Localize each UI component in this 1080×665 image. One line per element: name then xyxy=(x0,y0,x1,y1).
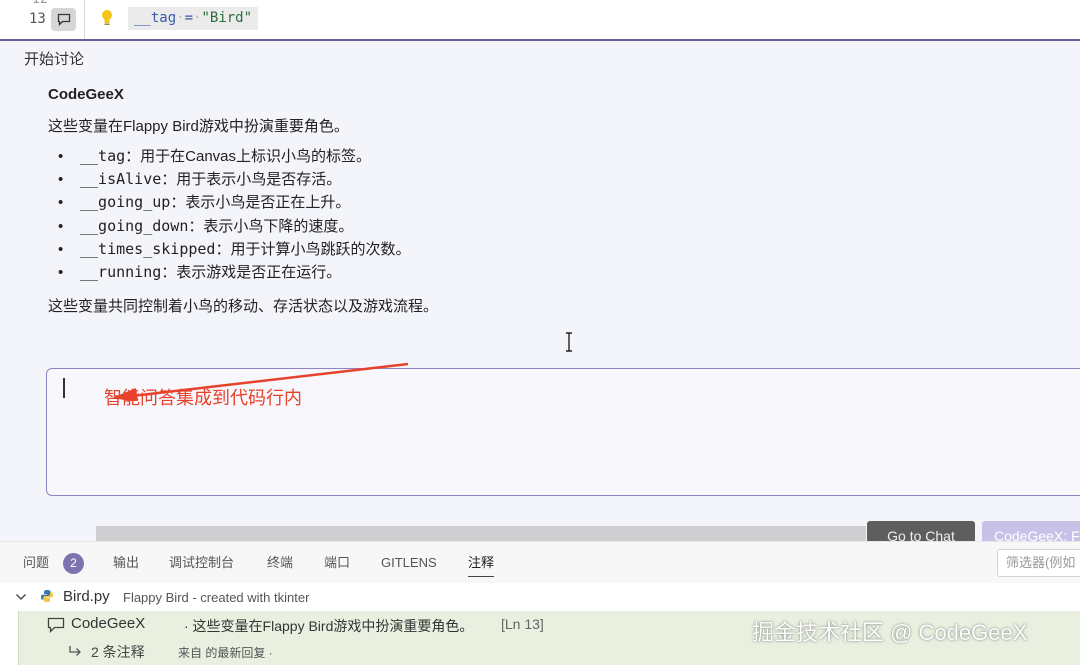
thread-line-ref: [Ln 13] xyxy=(501,616,544,632)
variable-name: __going_up xyxy=(80,193,171,212)
comment-icon xyxy=(57,13,70,26)
answer-intro: 这些变量在Flappy Bird游戏中扮演重要角色。 xyxy=(48,118,349,135)
tab-problems[interactable]: 问题 xyxy=(23,542,49,584)
watermark: 掘金技术社区 @ CodeGeeX xyxy=(752,620,1028,645)
line-number: 13 xyxy=(29,11,46,27)
variable-desc: ：用于表示小鸟是否存活。 xyxy=(161,171,342,189)
file-name: Bird.py xyxy=(63,588,110,605)
add-comment-button[interactable] xyxy=(51,8,76,31)
file-description: Flappy Bird - created with tkinter xyxy=(123,590,310,605)
text-cursor-icon xyxy=(566,332,572,352)
python-file-icon xyxy=(41,590,53,602)
code-string: "Bird" xyxy=(201,10,253,26)
code-operator: = xyxy=(184,10,194,26)
variable-desc: ：表示小鸟下降的速度。 xyxy=(188,217,354,235)
chevron-down-icon[interactable] xyxy=(15,592,27,602)
filter-input[interactable]: 筛选器(例如 xyxy=(997,549,1080,577)
list-item: __isAlive：用于表示小鸟是否存活。 xyxy=(58,168,410,191)
tree-indent-guide xyxy=(18,611,19,665)
comment-file-row[interactable]: Bird.py Flappy Bird - created with tkint… xyxy=(0,583,1080,611)
panel-title: 开始讨论 xyxy=(24,51,85,68)
go-to-chat-button[interactable]: Go to Chat xyxy=(867,521,975,543)
variable-name: __running xyxy=(80,262,162,281)
gutter-divider xyxy=(84,0,85,40)
comment-icon xyxy=(47,617,65,633)
tab-label: 终端 xyxy=(267,555,294,570)
variable-name: __tag xyxy=(80,147,126,165)
reply-count: 2 条注释 xyxy=(91,644,145,660)
tab-terminal[interactable]: 终端 xyxy=(267,542,293,584)
variable-desc: ：用于在Canvas上标识小鸟的标签。 xyxy=(125,148,372,165)
comment-author: CodeGeeX xyxy=(48,86,124,103)
variable-list: __tag：用于在Canvas上标识小鸟的标签。 __isAlive：用于表示小… xyxy=(58,145,410,284)
panel-tabs: 问题 2 输出 调试控制台 终端 端口 GITLENS 注释 筛选器(例如 xyxy=(0,541,1080,583)
thread-preview: · 这些变量在Flappy Bird游戏中扮演重要角色。 xyxy=(184,618,474,634)
active-tab-indicator xyxy=(468,575,495,577)
tab-ports[interactable]: 端口 xyxy=(324,542,350,584)
list-item: __times_skipped：用于计算小鸟跳跃的次数。 xyxy=(58,238,410,261)
code-identifier: __tag xyxy=(134,10,177,26)
line-number-prev: 12 xyxy=(32,0,48,7)
list-item: __running：表示游戏是否正在运行。 xyxy=(58,261,410,284)
variable-desc: ：用于计算小鸟跳跃的次数。 xyxy=(215,240,411,258)
answer-summary: 这些变量共同控制着小鸟的移动、存活状态以及游戏流程。 xyxy=(48,298,439,315)
variable-name: __going_down xyxy=(80,216,189,235)
tab-gitlens[interactable]: GITLENS xyxy=(381,542,437,584)
variable-name: __isAlive xyxy=(80,170,162,189)
tab-output[interactable]: 输出 xyxy=(113,542,139,584)
reply-arrow-icon xyxy=(69,646,81,656)
variable-desc: ：表示小鸟是否正在上升。 xyxy=(170,194,351,212)
list-item: __tag：用于在Canvas上标识小鸟的标签。 xyxy=(58,145,410,168)
problems-count-badge: 2 xyxy=(63,553,84,574)
codegeex-button[interactable]: CodeGeeX: Fix xyxy=(982,521,1080,543)
reply-meta: 来自 的最新回复 · xyxy=(178,646,273,660)
code-editor: 12 13 __tag·=·"Bird" xyxy=(0,0,1080,40)
discussion-panel: 开始讨论 CodeGeeX 这些变量在Flappy Bird游戏中扮演重要角色。… xyxy=(0,39,1080,543)
thread-author: CodeGeeX xyxy=(71,615,146,632)
list-item: __going_down：表示小鸟下降的速度。 xyxy=(58,215,410,238)
tab-label: 注释 xyxy=(468,555,495,570)
text-caret xyxy=(63,378,65,398)
tab-label: 调试控制台 xyxy=(169,555,235,570)
list-item: __going_up：表示小鸟是否正在上升。 xyxy=(58,191,410,214)
annotation-label: 智能问答集成到代码行内 xyxy=(104,388,302,408)
tab-debug-console[interactable]: 调试控制台 xyxy=(169,542,234,584)
tab-label: 输出 xyxy=(113,555,140,570)
variable-name: __times_skipped xyxy=(80,239,216,258)
tab-label: 问题 xyxy=(23,555,50,570)
tab-label: GITLENS xyxy=(381,555,437,570)
variable-desc: ：表示游戏是否正在运行。 xyxy=(161,263,342,281)
lightbulb-icon[interactable] xyxy=(101,9,113,27)
tab-label: 端口 xyxy=(324,555,351,570)
tab-comments[interactable]: 注释 xyxy=(468,542,495,584)
code-line[interactable]: __tag·=·"Bird" xyxy=(128,7,259,30)
